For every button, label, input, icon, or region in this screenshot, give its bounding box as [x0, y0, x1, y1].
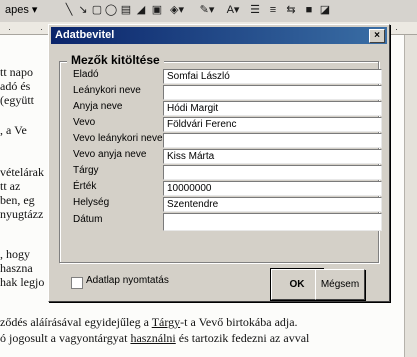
groupbox-title: Mezők kitöltése: [67, 53, 164, 67]
textbox-icon[interactable]: ▤: [119, 3, 133, 17]
city-field[interactable]: Szentendre: [163, 197, 382, 212]
document-line: haszna: [0, 261, 33, 275]
maiden-name-field[interactable]: [163, 85, 382, 100]
document-field-reference: használni: [130, 331, 176, 345]
3d-icon[interactable]: ◪: [318, 3, 332, 17]
document-text: -t a Vevő birtokába adja.: [180, 315, 298, 329]
document-text: ződés aláírásával egyidejűleg a: [0, 315, 152, 329]
document-line: nyugtázz: [0, 207, 44, 221]
buyer-mother-name-label: Vevo anyja neve: [73, 149, 147, 160]
font-color-icon[interactable]: A▾: [226, 3, 240, 17]
document-line: , hogy: [0, 247, 30, 261]
print-sheet-checkbox[interactable]: [71, 277, 83, 289]
buyer-field[interactable]: Földvári Ferenc: [163, 117, 382, 132]
subject-field[interactable]: [163, 165, 382, 180]
maiden-name-label: Leánykori neve: [73, 85, 141, 96]
close-icon: ×: [374, 30, 380, 41]
buyer-mother-name-field[interactable]: Kiss Márta: [163, 149, 382, 164]
close-button[interactable]: ×: [369, 29, 385, 43]
rectangle-tool-icon[interactable]: ▢: [90, 3, 104, 17]
oval-tool-icon[interactable]: ◯: [104, 3, 118, 17]
document-line: vételárak: [0, 165, 44, 179]
fill-color-icon[interactable]: ◈▾: [170, 3, 184, 17]
data-entry-dialog: Adatbevitel × Mezők kitöltése Eladó Somf…: [48, 24, 390, 302]
document-line: ben, eg: [0, 193, 35, 207]
dash-style-icon[interactable]: ≡: [266, 3, 280, 17]
document-line: ó jogosult a vagyontárgyat használni és …: [0, 331, 309, 345]
city-label: Helység: [73, 197, 110, 208]
line-style-icon[interactable]: ☰: [248, 3, 262, 17]
document-line: adó és: [0, 79, 31, 93]
document-line: , a Ve: [0, 123, 27, 137]
document-line: tt az: [0, 179, 21, 193]
drawing-toolbar: apes ▾ ╲ ↘ ▢ ◯ ▤ ◢ ▣ ◈▾ ✎▾ A▾ ☰ ≡ ⇆ ■ ◪: [0, 0, 417, 23]
value-label: Érték: [73, 181, 97, 192]
document-line: tt napo: [0, 65, 33, 79]
arrow-tool-icon[interactable]: ↘: [76, 3, 90, 17]
seller-field[interactable]: Somfai László: [163, 69, 382, 84]
arrow-style-icon[interactable]: ⇆: [284, 3, 298, 17]
dialog-title: Adatbevitel: [55, 29, 115, 41]
line-tool-icon[interactable]: ╲: [62, 3, 76, 17]
document-line: ződés aláírásával egyidejűleg a Tárgy-t …: [0, 315, 298, 329]
buyer-maiden-name-label: Vevo leánykori neve: [73, 133, 163, 144]
document-line: hak legjo: [0, 275, 45, 289]
autoshapes-label: apes: [5, 4, 29, 16]
document-line: (együtt: [0, 93, 34, 107]
vertical-scrollbar[interactable]: [404, 35, 417, 357]
buyer-label: Vevo: [73, 117, 96, 128]
mother-name-field[interactable]: Hódi Margit: [163, 101, 382, 116]
shadow-icon[interactable]: ■: [302, 3, 316, 17]
mother-name-label: Anyja neve: [73, 101, 123, 112]
document-field-reference: Tárgy: [151, 315, 181, 329]
buyer-maiden-name-field[interactable]: [163, 133, 382, 148]
wordart-icon[interactable]: ◢: [134, 3, 148, 17]
document-text: ó jogosult a vagyontárgyat: [0, 331, 131, 345]
subject-label: Tárgy: [73, 165, 99, 176]
value-field[interactable]: 10000000: [163, 181, 382, 196]
print-sheet-label[interactable]: Adatlap nyomtatás: [86, 275, 169, 286]
dialog-titlebar[interactable]: Adatbevitel ×: [51, 27, 387, 44]
date-field[interactable]: [163, 213, 382, 231]
date-label: Dátum: [73, 214, 103, 225]
cancel-button[interactable]: Mégsem: [315, 269, 365, 300]
seller-label: Eladó: [73, 69, 99, 80]
document-text: és tartozik fedezni az avval: [175, 331, 310, 345]
autoshapes-menu[interactable]: apes ▾: [2, 2, 40, 18]
clipart-icon[interactable]: ▣: [150, 3, 164, 17]
line-color-icon[interactable]: ✎▾: [200, 3, 215, 17]
